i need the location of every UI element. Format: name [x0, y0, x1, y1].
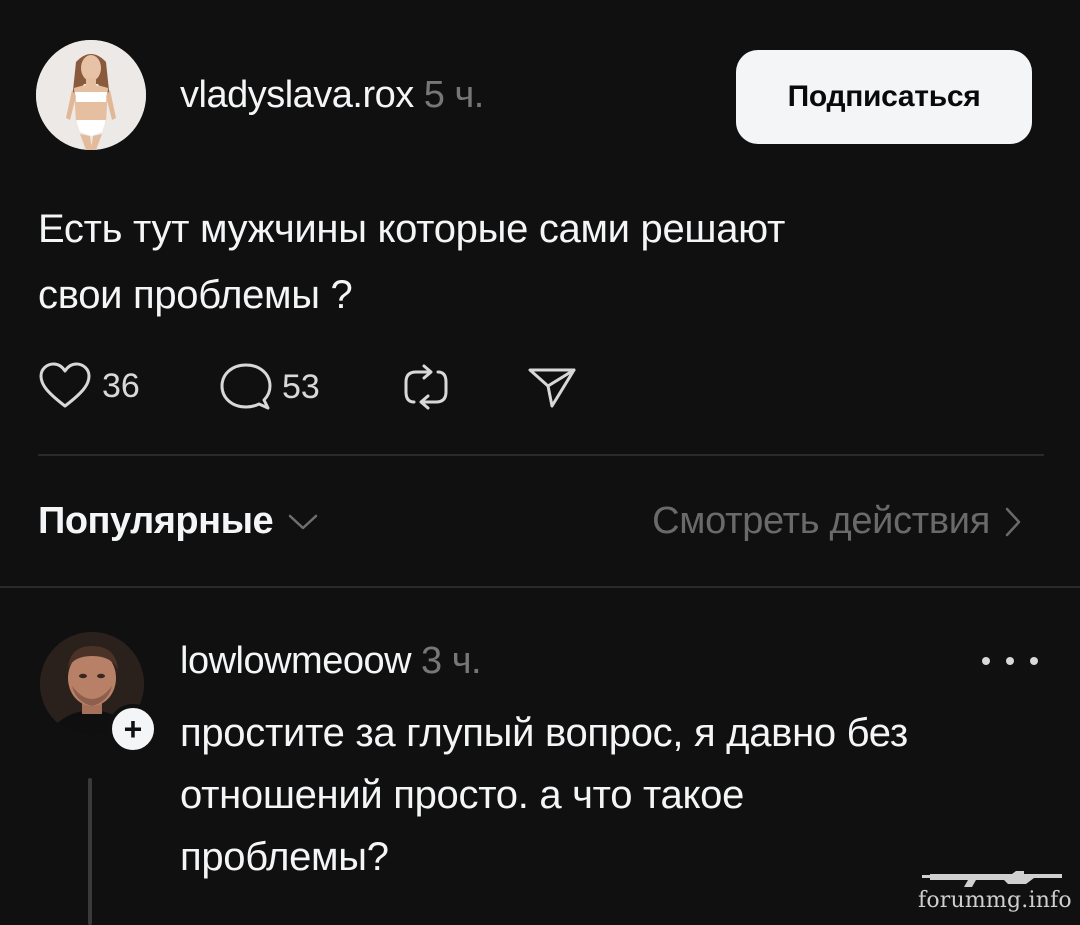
reply-author-username[interactable]: lowlowmeoow [180, 640, 412, 682]
view-activity-link[interactable]: Смотреть действия [652, 500, 1022, 543]
post-timestamp: 5 ч. [423, 74, 485, 116]
comment-bubble-icon [220, 363, 272, 410]
sort-dropdown[interactable]: Популярные [38, 500, 319, 543]
like-button[interactable]: 36 [38, 362, 140, 410]
thread-line [88, 778, 92, 925]
post-author-username[interactable]: vladyslava.rox [180, 74, 414, 116]
share-button[interactable] [526, 362, 578, 412]
chevron-down-icon [288, 514, 318, 529]
watermark: forummg.info [916, 866, 1072, 920]
heart-icon [39, 362, 91, 408]
watermark-text: forummg.info [918, 888, 1072, 913]
view-activity-label: Смотреть действия [652, 500, 990, 542]
reply-text: простите за глупый вопрос, я давно без о… [180, 711, 908, 879]
section-divider [0, 586, 1080, 588]
comment-button[interactable]: 53 [220, 362, 320, 412]
comment-count: 53 [282, 367, 320, 406]
more-dot [1030, 657, 1038, 665]
reply-author-line: lowlowmeoow 3 ч. [180, 640, 482, 683]
like-count: 36 [102, 366, 140, 405]
avatar-image [36, 40, 146, 150]
post-author-line: vladyslava.rox 5 ч. [180, 74, 484, 117]
chevron-right-icon [1005, 507, 1021, 536]
repost-button[interactable] [400, 362, 452, 412]
follow-button[interactable]: Подписаться [736, 50, 1032, 144]
sort-label: Популярные [38, 500, 274, 542]
rifle-logo-icon [922, 871, 1062, 887]
follow-plus-badge[interactable]: + [108, 704, 158, 754]
post-text: Есть тут мужчины которые сами решают сво… [38, 207, 786, 317]
more-dot [982, 657, 990, 665]
author-avatar[interactable] [36, 40, 146, 150]
repost-icon [404, 364, 448, 410]
divider [38, 454, 1044, 456]
more-options-icon[interactable] [982, 646, 1038, 676]
reply-timestamp: 3 ч. [421, 640, 482, 682]
send-icon [528, 368, 576, 408]
more-dot [1006, 657, 1014, 665]
